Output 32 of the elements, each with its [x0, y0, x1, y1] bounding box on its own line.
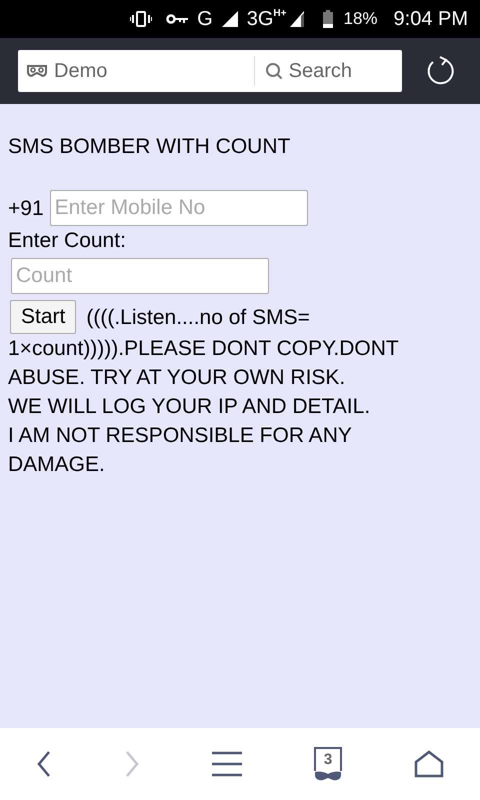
notice-text: 1×count))))).PLEASE DONT COPY.DONT [8, 336, 400, 362]
mask-icon [26, 64, 48, 78]
country-code: +91 [8, 196, 44, 222]
network-type: G [197, 8, 213, 30]
vibrate-icon [130, 11, 152, 27]
signal-icon [222, 11, 238, 27]
home-icon[interactable] [414, 750, 444, 778]
network-type: 3G [246, 8, 274, 30]
notice-text: I AM NOT RESPONSIBLE FOR ANY [8, 423, 353, 449]
notice-text: ABUSE. TRY AT YOUR OWN RISK. [8, 365, 346, 391]
reload-icon[interactable] [426, 56, 456, 86]
start-button[interactable]: Start [10, 300, 76, 334]
menu-icon[interactable] [212, 751, 242, 777]
network-label: H+ [273, 8, 286, 19]
count-label: Enter Count: [8, 228, 127, 254]
search-placeholder: Search [288, 60, 352, 82]
notice-text: ((((.Listen....no of SMS= [86, 304, 310, 330]
address-bar[interactable]: Demo Search [18, 50, 402, 92]
notice-text: DAMAGE. [8, 452, 106, 478]
signal-icon [290, 11, 304, 27]
tab-name: Demo [54, 60, 108, 82]
battery-percent: 18% [343, 9, 378, 29]
page-title: SMS BOMBER WITH COUNT [8, 134, 292, 160]
key-icon [166, 14, 188, 24]
notice-text: WE WILL LOG YOUR IP AND DETAIL. [8, 394, 372, 420]
back-icon[interactable] [36, 750, 52, 778]
mobile-field[interactable]: Enter Mobile No [50, 190, 308, 226]
mask-icon [314, 771, 342, 781]
clock: 9:04 PM [394, 8, 468, 30]
battery-icon [323, 10, 334, 28]
search-icon [264, 62, 283, 80]
count-field[interactable]: Count [11, 258, 269, 294]
